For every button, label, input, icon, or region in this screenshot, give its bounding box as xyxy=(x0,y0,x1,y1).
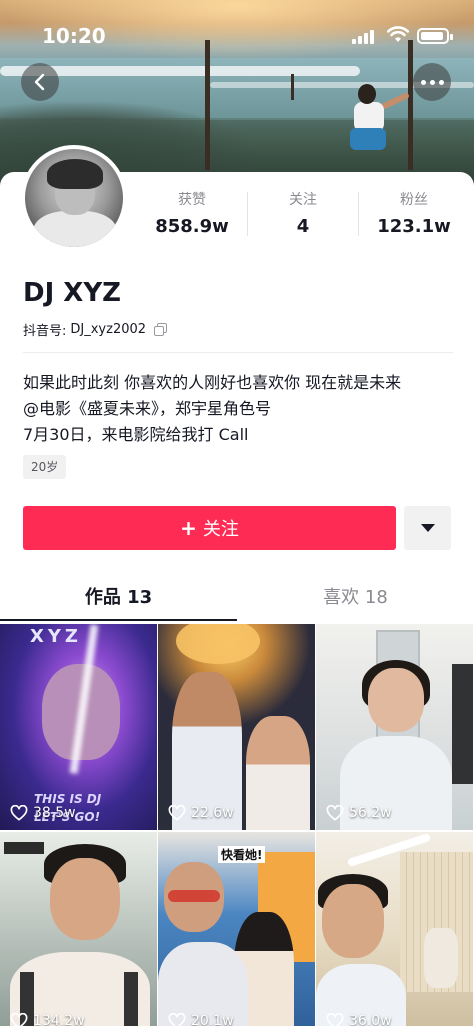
video-like-count: 22.6w xyxy=(168,805,234,821)
like-count: 22.6w xyxy=(191,805,234,821)
wifi-icon xyxy=(387,26,409,42)
cellular-signal-icon xyxy=(352,30,378,44)
video-thumbnail[interactable]: 134.2w xyxy=(0,832,157,1026)
tab-works[interactable]: 作品 13 xyxy=(0,574,237,622)
stat-divider xyxy=(358,192,359,236)
video-thumbnail[interactable]: 56.2w xyxy=(316,624,473,830)
bio-line: 如果此时此刻 你喜欢的人刚好也喜欢你 现在就是未来 xyxy=(23,373,402,392)
video-thumbnail[interactable]: 快看她! 20.1w xyxy=(158,832,315,1026)
content-tabs: 作品 13 喜欢 18 xyxy=(0,574,474,622)
follow-label: 关注 xyxy=(202,519,239,540)
like-count: 38.5w xyxy=(33,805,76,821)
video-overlay-banner: 快看她! xyxy=(218,846,266,863)
recommend-dropdown-button[interactable] xyxy=(404,506,451,550)
video-overlay-caption: THIS IS DJ xyxy=(34,792,102,806)
heart-icon xyxy=(10,1013,28,1026)
battery-icon xyxy=(417,28,453,44)
video-like-count: 20.1w xyxy=(168,1013,234,1026)
stat-value: 4 xyxy=(296,216,310,237)
video-grid: XYZ THIS IS DJ LET'S GO! 38.5w 22.6w 56.… xyxy=(0,624,474,1026)
profile-bio: 如果此时此刻 你喜欢的人刚好也喜欢你 现在就是未来 @电影《盛夏未来》，郑宇星角… xyxy=(23,370,401,448)
age-tag: 20岁 xyxy=(23,455,67,479)
heart-icon xyxy=(326,1013,344,1026)
avatar[interactable] xyxy=(21,145,127,251)
stat-label: 获赞 xyxy=(178,192,206,208)
more-dots-icon xyxy=(420,79,426,85)
video-overlay-title: XYZ xyxy=(30,626,82,647)
status-bar: 10:20 xyxy=(0,0,474,74)
like-count: 56.2w xyxy=(349,805,392,821)
like-count: 20.1w xyxy=(191,1013,234,1026)
active-tab-indicator xyxy=(0,619,237,621)
profile-stats: 获赞 858.9w 关注 4 粉丝 123.1w xyxy=(137,190,474,242)
more-options-button[interactable] xyxy=(413,63,451,101)
video-thumbnail[interactable]: 36.0w xyxy=(316,832,473,1026)
tab-likes[interactable]: 喜欢 18 xyxy=(237,574,474,622)
cover-pole xyxy=(291,74,294,100)
copy-icon[interactable] xyxy=(154,322,168,337)
bio-line: 7月30日，来电影院给我打 Call xyxy=(23,425,249,444)
video-thumbnail[interactable]: XYZ THIS IS DJ LET'S GO! 38.5w xyxy=(0,624,157,830)
cover-person xyxy=(346,82,416,162)
heart-icon xyxy=(168,1013,186,1026)
back-button[interactable] xyxy=(21,63,59,101)
stat-label: 粉丝 xyxy=(400,192,428,208)
douyin-id-value: DJ_xyz2002 xyxy=(70,322,147,337)
douyin-id: 抖音号: DJ_xyz2002 xyxy=(23,320,168,339)
like-count: 134.2w xyxy=(33,1013,85,1026)
video-like-count: 36.0w xyxy=(326,1013,392,1026)
divider xyxy=(23,352,453,353)
video-like-count: 38.5w xyxy=(10,805,76,821)
heart-icon xyxy=(10,805,28,821)
video-like-count: 134.2w xyxy=(10,1013,85,1026)
douyin-id-label: 抖音号: xyxy=(23,324,67,339)
stat-value: 123.1w xyxy=(377,216,451,237)
stat-followers[interactable]: 粉丝 123.1w xyxy=(359,190,469,237)
heart-icon xyxy=(326,805,344,821)
bio-line[interactable]: @电影《盛夏未来》，郑宇星角色号 xyxy=(23,396,401,422)
caret-down-icon xyxy=(420,524,435,532)
profile-name: DJ XYZ xyxy=(23,278,122,308)
stat-divider xyxy=(247,192,248,236)
chevron-left-icon xyxy=(34,73,45,91)
like-count: 36.0w xyxy=(349,1013,392,1026)
video-like-count: 56.2w xyxy=(326,805,392,821)
heart-icon xyxy=(168,805,186,821)
stat-value: 858.9w xyxy=(155,216,229,237)
status-time: 10:20 xyxy=(42,24,106,48)
plus-icon: + xyxy=(180,516,197,540)
stat-following[interactable]: 关注 4 xyxy=(248,190,358,237)
stat-label: 关注 xyxy=(289,192,317,208)
stat-likes[interactable]: 获赞 858.9w xyxy=(137,190,247,237)
follow-button[interactable]: + 关注 xyxy=(23,506,396,550)
video-thumbnail[interactable]: 22.6w xyxy=(158,624,315,830)
